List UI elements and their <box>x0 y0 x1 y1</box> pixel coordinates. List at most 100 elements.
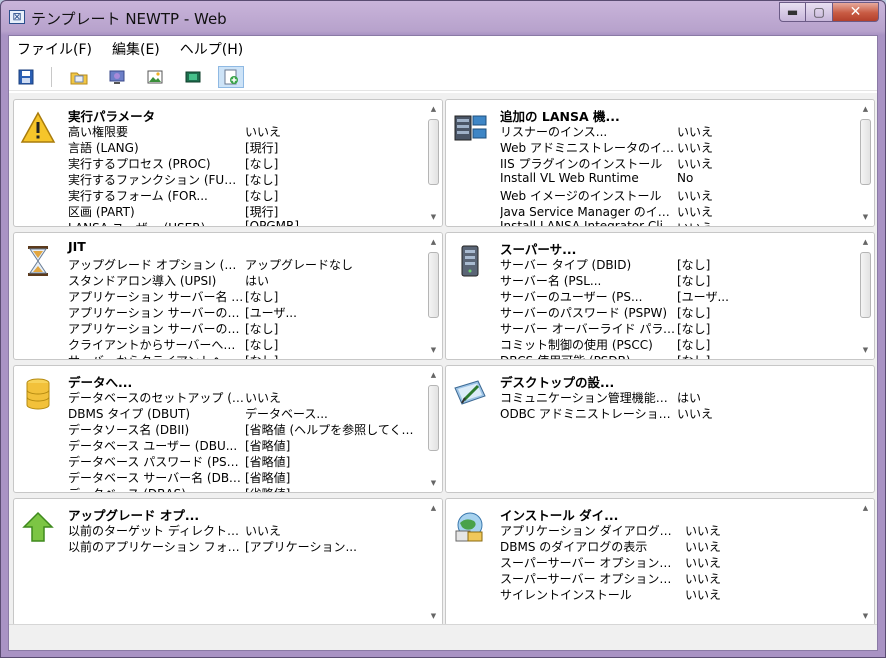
scroll-thumb[interactable] <box>860 119 871 185</box>
list-item[interactable]: データベースのセットアップ (SUDB)いいえ <box>68 389 420 405</box>
list-item[interactable]: データベース (DBAS)[省略値] <box>68 485 420 492</box>
scroll-up-icon[interactable]: ▲ <box>425 501 442 515</box>
vertical-scrollbar[interactable]: ▲ ▼ <box>425 233 442 359</box>
list-item[interactable]: 実行するフォーム (FOR... [なし] <box>68 187 420 203</box>
list-item[interactable]: アプリケーション サーバーのユーザー (A...[ユーザ... <box>68 304 420 320</box>
list-item[interactable]: Java Service Manager のインス... いいえ <box>500 203 852 219</box>
image-button[interactable] <box>142 66 168 88</box>
list-item[interactable]: DBCS 使用可能 (PSDB)[なし] <box>500 352 852 359</box>
vertical-scrollbar[interactable]: ▲ ▼ <box>857 100 874 226</box>
panel-superserver[interactable]: スーパーサ... サーバー タイプ (DBID) [なし] サーバー名 (PSL.… <box>445 232 875 360</box>
list-item[interactable]: LANSA ユーザー (USER)[QPGMR] <box>68 219 420 226</box>
list-item[interactable]: アプリケーション サーバー名 (AS... [なし] <box>68 288 420 304</box>
list-item[interactable]: IIS プラグインのインストール いいえ <box>500 155 852 171</box>
list-item[interactable]: ODBC アドミニストレーションのショートカット...いいえ <box>500 405 852 421</box>
list-item[interactable]: サーバーのユーザー (PS... [ユーザ... <box>500 288 852 304</box>
list-item[interactable]: データベース パスワード (PSWD) [省略値] <box>68 453 420 469</box>
list-item[interactable]: スタンドアロン導入 (UPSI) はい <box>68 272 420 288</box>
scroll-down-icon[interactable]: ▼ <box>857 210 874 224</box>
panel-additional-lansa[interactable]: 追加の LANSA 機... リスナーのインス... いいえ Web アドミニスト… <box>445 99 875 227</box>
list-item[interactable]: 実行するプロセス (PROC) [なし] <box>68 155 420 171</box>
new-doc-button[interactable] <box>218 65 244 88</box>
menu-file[interactable]: ファイル(F) <box>17 39 92 59</box>
panel-run-parameters[interactable]: 実行パラメータ 高い権限要 いいえ 言語 (LANG) [現行] 実行するプロセス … <box>13 99 443 227</box>
scroll-down-icon[interactable]: ▼ <box>425 476 442 490</box>
list-item[interactable]: Web イメージのインストール いいえ <box>500 187 852 203</box>
scroll-down-icon[interactable]: ▼ <box>425 210 442 224</box>
title-bar[interactable]: ⊠ テンプレート NEWTP - Web ▬ ▢ ✕ <box>1 1 885 35</box>
list-item[interactable]: データソース名 (DBII) [省略値 (ヘルプを参照してくださ... <box>68 421 420 437</box>
list-item[interactable]: サーバー名 (PSL... [なし] <box>500 272 852 288</box>
panel-install-dialogs[interactable]: インストール ダイ... アプリケーション ダイアログの表示いいえ DBMS の… <box>445 498 875 626</box>
menu-edit[interactable]: 編集(E) <box>112 39 160 59</box>
upgrade-arrow-icon <box>22 511 54 542</box>
list-item[interactable]: サーバーのパスワード (PSPW) [なし] <box>500 304 852 320</box>
scroll-up-icon[interactable]: ▲ <box>425 235 442 249</box>
panel-jit[interactable]: JIT アップグレード オプション (UPGD)アップグレードなし スタンドアロ… <box>13 232 443 360</box>
list-item[interactable]: 実行するファンクション (FUNC) [なし] <box>68 171 420 187</box>
list-item[interactable]: アプリケーション ダイアログの表示いいえ <box>500 522 852 538</box>
scroll-up-icon[interactable]: ▲ <box>425 368 442 382</box>
scroll-thumb[interactable] <box>428 385 439 451</box>
panel-upgrade-options[interactable]: アップグレード オプ... 以前のターゲット ディレクトリの削除 (D...いい… <box>13 498 443 626</box>
scroll-down-icon[interactable]: ▼ <box>425 343 442 357</box>
vertical-scrollbar[interactable]: ▲ ▼ <box>425 100 442 226</box>
list-item[interactable]: DBMS のダイアログの表示 いいえ <box>500 538 852 554</box>
scroll-up-icon[interactable]: ▲ <box>857 501 874 515</box>
list-item[interactable]: データベース サーバー名 (DBS... [省略値] <box>68 469 420 485</box>
list-item[interactable]: スーパーサーバー オプションの表示... いいえ <box>500 570 852 586</box>
scroll-down-icon[interactable]: ▼ <box>425 609 442 623</box>
scroll-thumb[interactable] <box>428 119 439 185</box>
minimize-button[interactable]: ▬ <box>779 2 806 22</box>
scroll-thumb[interactable] <box>860 252 871 318</box>
menu-help[interactable]: ヘルプ(H) <box>180 39 243 59</box>
scroll-up-icon[interactable]: ▲ <box>857 235 874 249</box>
panel-database[interactable]: データへ... データベースのセットアップ (SUDB)いいえ DBMS タイプ… <box>13 365 443 493</box>
app-icon[interactable]: ⊠ <box>9 10 25 24</box>
list-item[interactable]: コミュニケーション管理機能のショートカット...はい <box>500 389 852 405</box>
folder-button[interactable] <box>66 66 92 88</box>
list-item[interactable]: データベース ユーザー (DBU... [省略値] <box>68 437 420 453</box>
list-item[interactable]: スーパーサーバー オプションの表示... いいえ <box>500 554 852 570</box>
list-item[interactable]: アップグレード オプション (UPGD)アップグレードなし <box>68 256 420 272</box>
list-item[interactable]: 以前のアプリケーション フォルダー名 (U...[アプリケーション... <box>68 538 420 554</box>
list-item[interactable]: サーバー タイプ (DBID) [なし] <box>500 256 852 272</box>
maximize-icon: ▢ <box>813 5 825 19</box>
scroll-up-icon[interactable]: ▲ <box>857 102 874 116</box>
list-item[interactable]: 言語 (LANG) [現行] <box>68 139 420 155</box>
vertical-scrollbar[interactable]: ▲ ▼ <box>857 233 874 359</box>
list-item[interactable]: クライアントからサーバーへの変換テ...[なし] <box>68 336 420 352</box>
list-item[interactable]: アプリケーション サーバーのパスワード (...[なし] <box>68 320 420 336</box>
film-button[interactable] <box>180 66 206 88</box>
row-value: いいえ <box>677 205 714 219</box>
list-item[interactable]: リスナーのインス... いいえ <box>500 123 852 139</box>
vertical-scrollbar[interactable]: ▲ ▼ <box>857 499 874 625</box>
list-item[interactable]: DBMS タイプ (DBUT) データベース... <box>68 405 420 421</box>
hourglass-icon <box>28 246 48 276</box>
row-value: はい <box>245 274 270 288</box>
list-item[interactable]: サーバー オーバーライド パラメーター (P...[なし] <box>500 320 852 336</box>
list-item[interactable]: Install LANSA Integrator Cli...いいえ <box>500 219 852 226</box>
row-label: 実行するフォーム (FOR... <box>68 189 208 203</box>
list-item[interactable]: サイレントインストール いいえ <box>500 586 852 602</box>
list-item[interactable]: サーバーからクライアントへの変換テ...[なし] <box>68 352 420 359</box>
list-item[interactable]: 以前のターゲット ディレクトリの削除 (D...いいえ <box>68 522 420 538</box>
toolbar <box>9 63 877 91</box>
maximize-button[interactable]: ▢ <box>806 2 833 22</box>
monitor-button[interactable] <box>104 66 130 88</box>
scroll-thumb[interactable] <box>428 252 439 318</box>
list-item[interactable]: 区画 (PART) [現行] <box>68 203 420 219</box>
list-item[interactable]: 高い権限要 いいえ <box>68 123 420 139</box>
list-item[interactable]: Install VL Web Runtime No <box>500 171 852 187</box>
scroll-up-icon[interactable]: ▲ <box>425 102 442 116</box>
scroll-down-icon[interactable]: ▼ <box>857 609 874 623</box>
vertical-scrollbar[interactable]: ▲ ▼ <box>425 499 442 625</box>
list-item[interactable]: コミット制御の使用 (PSCC) [なし] <box>500 336 852 352</box>
row-value: [ユーザ... <box>677 290 729 304</box>
save-button[interactable] <box>13 66 39 88</box>
vertical-scrollbar[interactable]: ▲ ▼ <box>425 366 442 492</box>
scroll-down-icon[interactable]: ▼ <box>857 343 874 357</box>
panel-desktop-settings[interactable]: デスクトップの設... コミュニケーション管理機能のショートカット...はい O… <box>445 365 875 493</box>
list-item[interactable]: Web アドミニストレータのインスト...いいえ <box>500 139 852 155</box>
close-button[interactable]: ✕ <box>833 2 879 22</box>
